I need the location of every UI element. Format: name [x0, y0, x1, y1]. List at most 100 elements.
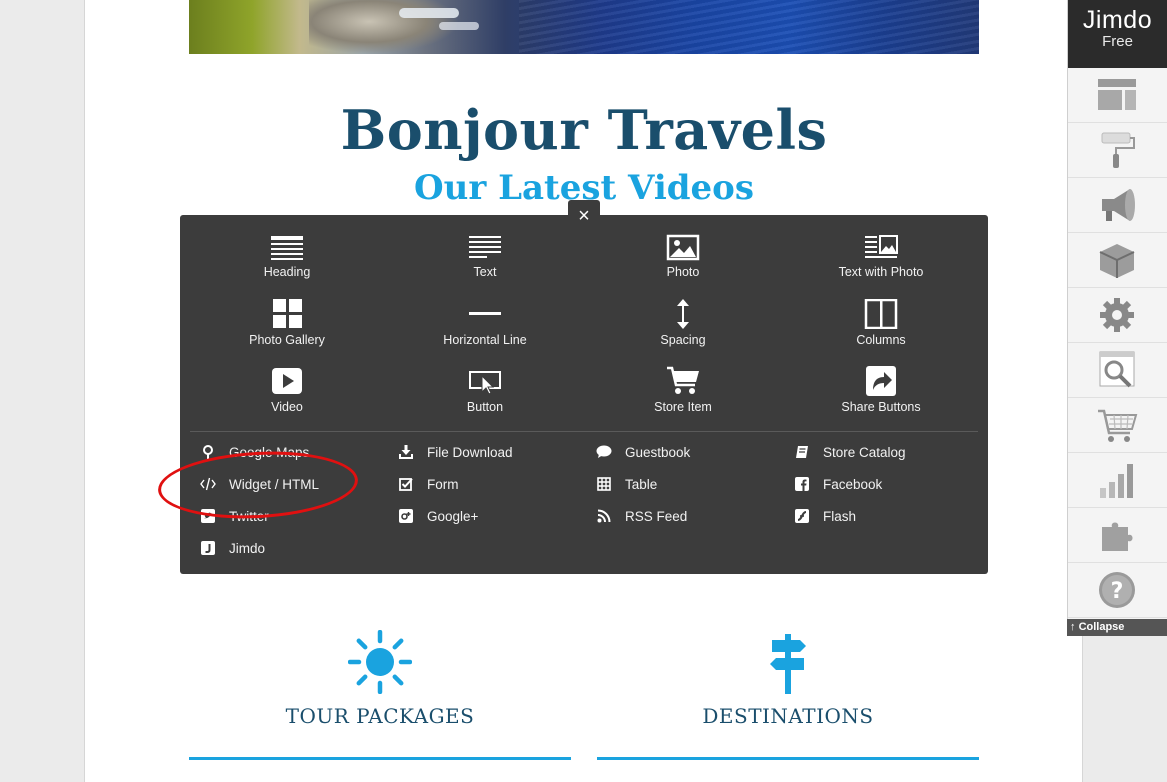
site-title[interactable]: Bonjour Travels	[189, 98, 979, 162]
photo-gallery-icon	[273, 299, 302, 328]
tile-store-item[interactable]: Store Item	[584, 366, 782, 430]
list-item-label: Store Catalog	[823, 444, 906, 460]
upgrade-button[interactable]	[1068, 233, 1167, 288]
horizontal-line-icon	[469, 312, 501, 315]
columns-icon	[864, 299, 898, 329]
package-icon	[1099, 244, 1135, 278]
arrow-up-icon: ↑	[1070, 621, 1079, 633]
list-item-store-catalog[interactable]: Store Catalog	[794, 442, 906, 462]
tile-horizontal-line[interactable]: Horizontal Line	[386, 299, 584, 363]
list-item-form[interactable]: Form	[398, 474, 459, 494]
apps-button[interactable]	[1068, 508, 1167, 563]
puzzle-icon	[1102, 522, 1133, 551]
list-item-label: RSS Feed	[625, 508, 688, 524]
tile-photo-gallery[interactable]: Photo Gallery	[188, 299, 386, 363]
list-item-label: Google+	[427, 508, 479, 524]
list-item-label: Guestbook	[625, 444, 691, 460]
tile-label: Text with Photo	[838, 265, 924, 279]
tile-label: Button	[466, 400, 504, 414]
style-button[interactable]	[1068, 123, 1167, 178]
collapse-label: Collapse	[1078, 621, 1125, 633]
tile-spacing[interactable]: Spacing	[584, 299, 782, 363]
tile-text-with-photo[interactable]: Text with Photo	[782, 233, 980, 297]
speech-bubble-icon	[596, 444, 612, 460]
settings-button[interactable]	[1068, 288, 1167, 343]
flash-icon	[794, 508, 810, 524]
list-item-table[interactable]: Table	[596, 474, 657, 494]
facebook-icon	[794, 476, 810, 492]
rss-icon	[596, 508, 612, 524]
feature-tour-packages: TOUR PACKAGES	[189, 630, 571, 760]
share-icon	[866, 366, 896, 396]
tile-share-buttons[interactable]: Share Buttons	[782, 366, 980, 430]
table-icon	[596, 476, 612, 492]
list-item-label: File Download	[427, 444, 513, 460]
tile-label: Text	[473, 265, 497, 279]
panel-divider	[190, 431, 978, 432]
text-with-photo-icon	[865, 235, 898, 258]
marketing-button[interactable]	[1068, 178, 1167, 233]
tile-label: Share Buttons	[841, 400, 921, 414]
list-item-label: Table	[625, 476, 658, 492]
feature-title: DESTINATIONS	[702, 704, 874, 728]
tile-columns[interactable]: Columns	[782, 299, 980, 363]
gear-icon	[1100, 298, 1134, 332]
feature-underline	[189, 757, 571, 760]
tile-label: Spacing	[660, 333, 706, 347]
list-item-label: Form	[427, 476, 459, 492]
text-icon	[469, 236, 501, 258]
tile-label: Heading	[263, 265, 311, 279]
help-button[interactable]: ?	[1068, 563, 1167, 618]
cart-icon	[667, 366, 699, 394]
photo-icon	[666, 234, 700, 261]
tile-video[interactable]: Video	[188, 366, 386, 430]
statistics-icon	[1100, 464, 1133, 498]
seo-icon	[1099, 351, 1135, 388]
tile-heading[interactable]: Heading	[188, 233, 386, 297]
close-button[interactable]: ×	[568, 200, 600, 230]
jimdo-logo: Jimdo Free	[1068, 0, 1167, 68]
list-item-google-plus[interactable]: Google+	[398, 506, 478, 526]
list-item-file-download[interactable]: File Download	[398, 442, 513, 462]
shopping-cart-icon	[1098, 409, 1138, 442]
list-item-jimdo[interactable]: Jimdo	[200, 538, 265, 558]
video-icon	[272, 368, 302, 394]
store-button[interactable]	[1068, 398, 1167, 453]
collapse-button[interactable]: ↑ Collapse	[1067, 619, 1167, 636]
layout-button[interactable]	[1068, 68, 1167, 123]
list-item-flash[interactable]: Flash	[794, 506, 856, 526]
list-item-label: Flash	[823, 508, 857, 524]
tile-button[interactable]: Button	[386, 366, 584, 430]
feature-title: TOUR PACKAGES	[285, 704, 475, 728]
paint-roller-icon	[1101, 132, 1135, 168]
jimdo-plan: Free	[1102, 33, 1133, 50]
list-item-label: Facebook	[823, 476, 883, 492]
statistics-button[interactable]	[1068, 453, 1167, 508]
tile-photo[interactable]: Photo	[584, 233, 782, 297]
jimdo-brand: Jimdo	[1082, 6, 1153, 34]
add-element-panel: Heading Text Photo Text with Photo Photo…	[180, 215, 988, 574]
tile-label: Store Item	[654, 400, 712, 414]
list-item-rss-feed[interactable]: RSS Feed	[596, 506, 687, 526]
hero-image	[189, 0, 979, 54]
jimdo-icon	[200, 540, 216, 556]
jimdo-admin-bar: Jimdo Free ?	[1067, 0, 1167, 636]
svg-text:?: ?	[1111, 579, 1124, 604]
download-icon	[398, 444, 414, 460]
signpost-icon	[770, 634, 806, 694]
google-plus-icon	[398, 508, 414, 524]
tile-label: Columns	[856, 333, 906, 347]
spacing-icon	[677, 299, 689, 329]
feature-destinations: DESTINATIONS	[597, 630, 979, 760]
tile-label: Video	[271, 400, 303, 414]
tile-text[interactable]: Text	[386, 233, 584, 297]
help-icon: ?	[1099, 572, 1135, 608]
button-icon	[469, 371, 501, 395]
heading-icon	[271, 236, 303, 260]
seo-button[interactable]	[1068, 343, 1167, 398]
list-item-facebook[interactable]: Facebook	[794, 474, 882, 494]
tile-label: Horizontal Line	[443, 333, 527, 347]
list-item-label: Jimdo	[229, 540, 266, 556]
sun-icon	[348, 630, 412, 694]
list-item-guestbook[interactable]: Guestbook	[596, 442, 690, 462]
